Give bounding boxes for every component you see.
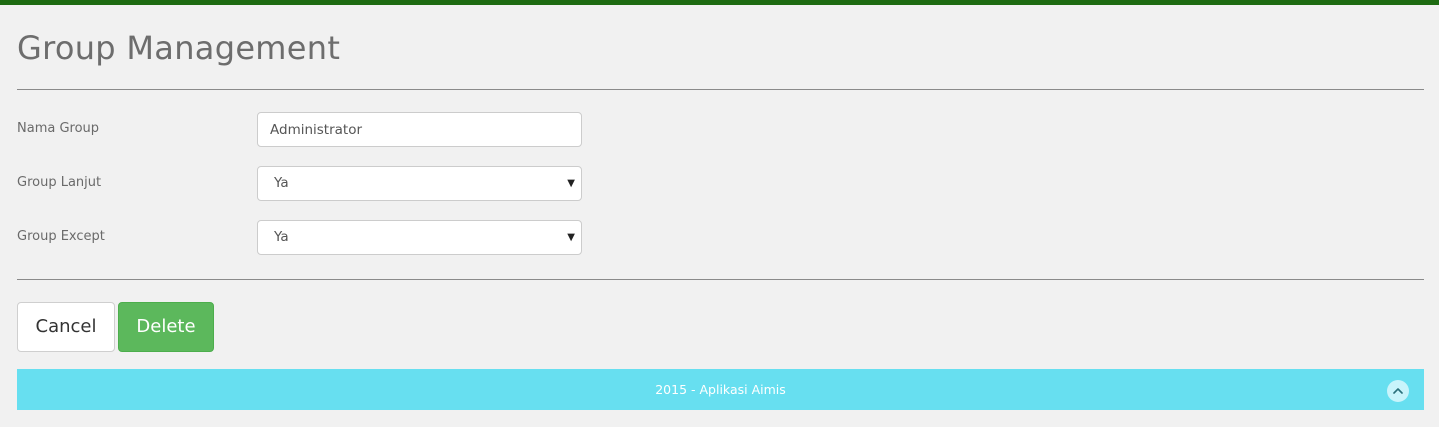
delete-button[interactable]: Delete [118,302,214,352]
nama-group-label: Nama Group [17,121,100,136]
footer-text: 2015 - Aplikasi Aimis [655,382,786,397]
group-lanjut-select[interactable]: Ya ▼ [257,166,582,201]
scroll-to-top-button[interactable] [1387,380,1409,402]
group-except-selected-value: Ya [274,229,289,245]
group-lanjut-selected-value: Ya [274,175,289,191]
nama-group-input[interactable] [257,112,582,147]
chevron-up-icon [1393,388,1403,394]
form-divider [17,279,1424,280]
group-lanjut-label: Group Lanjut [17,175,102,190]
footer: 2015 - Aplikasi Aimis [17,369,1424,410]
page-title: Group Management [17,29,341,67]
caret-down-icon: ▼ [567,232,575,243]
caret-down-icon: ▼ [567,178,575,189]
cancel-button[interactable]: Cancel [17,302,115,352]
top-accent-bar [0,0,1439,5]
group-except-select[interactable]: Ya ▼ [257,220,582,255]
header-divider [17,89,1424,90]
group-except-label: Group Except [17,229,105,244]
